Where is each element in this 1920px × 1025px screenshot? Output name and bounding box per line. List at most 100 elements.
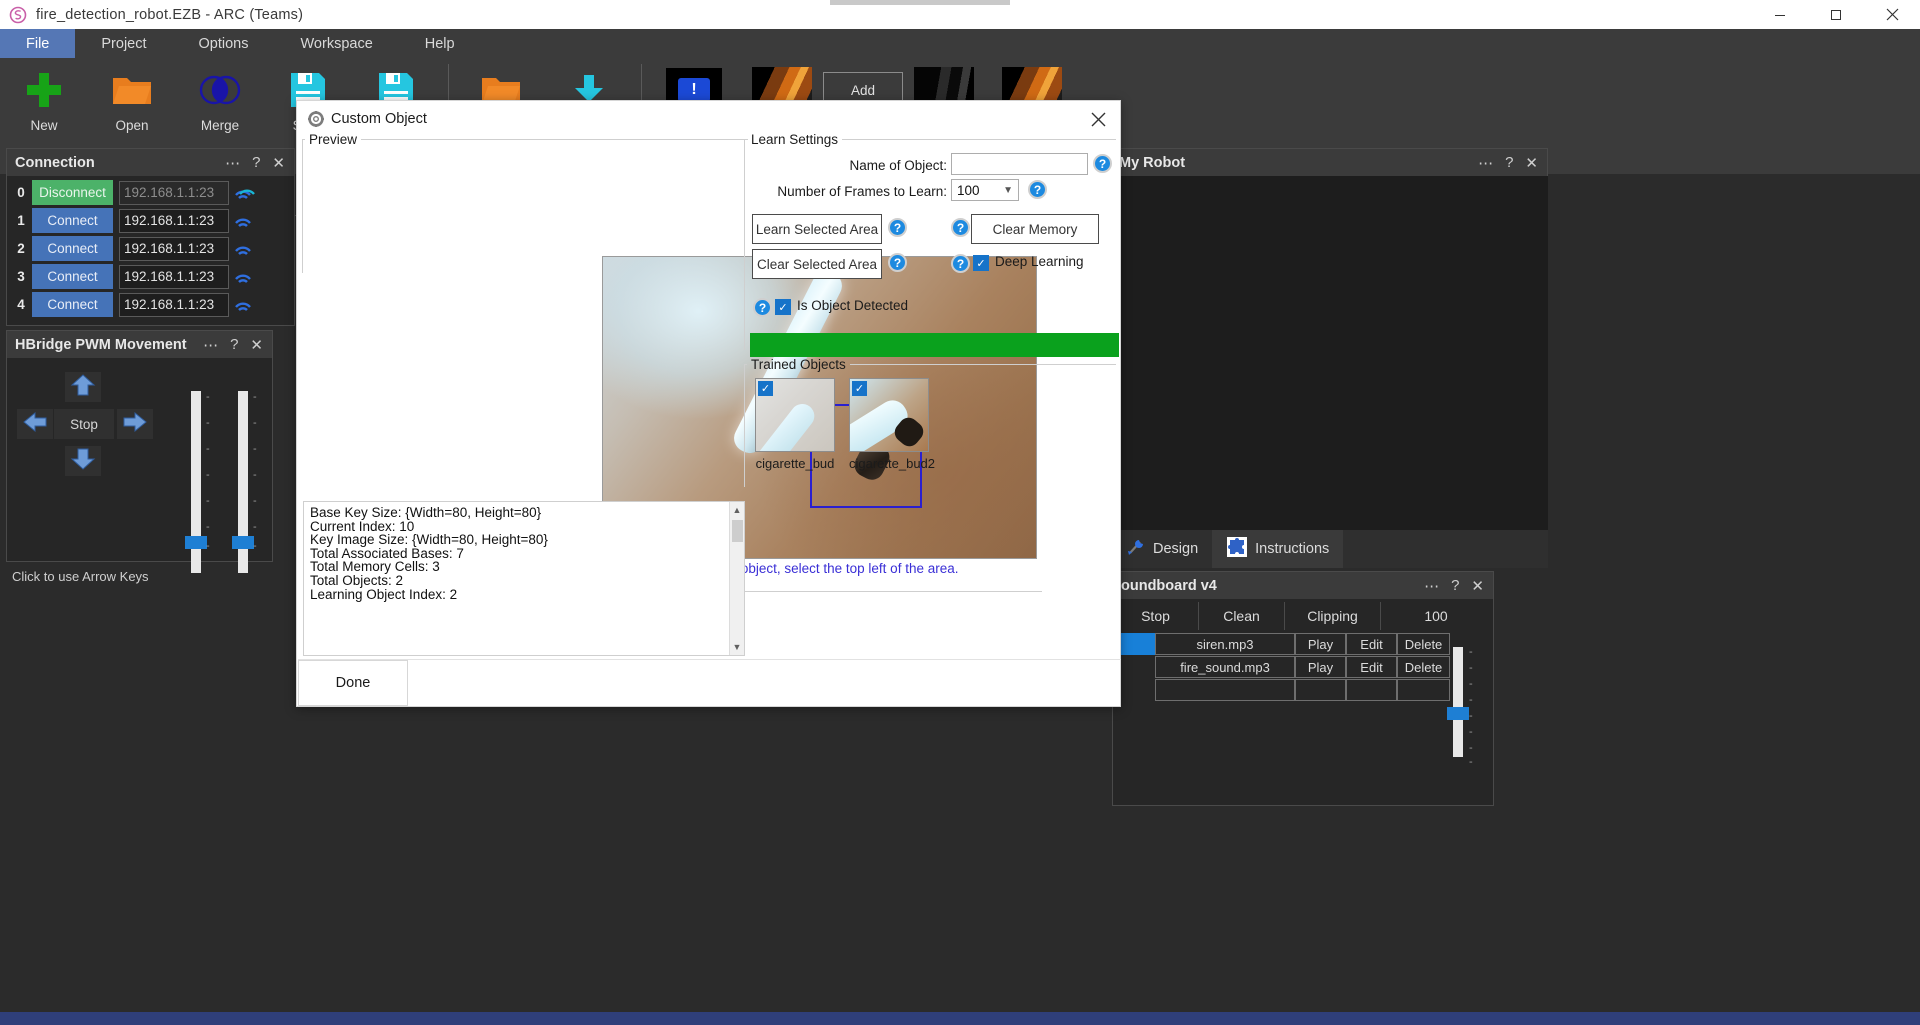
sound-name-cell[interactable]: siren.mp3 bbox=[1155, 633, 1295, 655]
connection-toggle-button-3[interactable]: Connect bbox=[32, 264, 113, 289]
trained-object-item[interactable]: ✓ cigarette_bud bbox=[755, 378, 835, 471]
play-button[interactable] bbox=[1295, 679, 1346, 701]
menu-item-project[interactable]: Project bbox=[75, 29, 172, 58]
soundboard-stop-button[interactable]: Stop bbox=[1113, 602, 1199, 630]
frames-to-learn-help-icon[interactable]: ? bbox=[1028, 180, 1047, 199]
question-icon[interactable]: ? bbox=[1505, 154, 1513, 171]
menu-item-file[interactable]: File bbox=[0, 29, 75, 58]
connection-toggle-button-0[interactable]: Disconnect bbox=[32, 180, 113, 205]
menu-item-workspace[interactable]: Workspace bbox=[275, 29, 399, 58]
name-of-object-label: Name of Object: bbox=[797, 158, 947, 173]
frames-to-learn-label: Number of Frames to Learn: bbox=[767, 184, 947, 199]
soundboard-clean-button[interactable]: Clean bbox=[1199, 602, 1285, 630]
soundboard-volume-slider-track[interactable] bbox=[1453, 647, 1463, 757]
maximize-button[interactable] bbox=[1808, 0, 1864, 29]
connection-ip-input-0[interactable]: 192.168.1.1:23 bbox=[119, 181, 229, 205]
menu-item-options[interactable]: Options bbox=[173, 29, 275, 58]
log-scrollbar[interactable]: ▲ ▼ bbox=[729, 502, 744, 655]
connection-toggle-button-1[interactable]: Connect bbox=[32, 208, 113, 233]
connection-row: 3 Connect 192.168.1.1:23 bbox=[10, 263, 294, 290]
close-icon[interactable]: ✕ bbox=[1525, 154, 1538, 172]
ellipsis-icon[interactable]: ⋯ bbox=[203, 336, 218, 354]
connection-ip-input-3[interactable]: 192.168.1.1:23 bbox=[119, 265, 229, 289]
stop-button[interactable]: Stop bbox=[54, 409, 114, 439]
question-icon[interactable]: ? bbox=[252, 154, 260, 171]
name-of-object-help-icon[interactable]: ? bbox=[1093, 154, 1112, 173]
ribbon-merge-button[interactable]: Merge bbox=[176, 58, 264, 144]
log-line: Total Associated Bases: 7 bbox=[310, 547, 548, 561]
menu-item-help[interactable]: Help bbox=[399, 29, 481, 58]
connection-ip-input-4[interactable]: 192.168.1.1:23 bbox=[119, 293, 229, 317]
play-button[interactable]: Play bbox=[1295, 633, 1346, 655]
sound-name-cell[interactable] bbox=[1155, 679, 1295, 701]
question-icon[interactable]: ? bbox=[1451, 577, 1459, 594]
close-button[interactable] bbox=[1864, 0, 1920, 29]
minimize-button[interactable] bbox=[1752, 0, 1808, 29]
is-object-detected-checkbox[interactable]: ✓ bbox=[775, 299, 791, 315]
preview-group: Preview bbox=[302, 132, 748, 273]
delete-button[interactable]: Delete bbox=[1397, 656, 1450, 678]
close-icon[interactable]: ✕ bbox=[1471, 577, 1484, 595]
clear-memory-button[interactable]: Clear Memory bbox=[971, 214, 1099, 244]
trained-object-checkbox[interactable]: ✓ bbox=[758, 381, 773, 396]
merge-circles-icon bbox=[198, 66, 242, 114]
left-motor-slider-handle[interactable] bbox=[185, 536, 207, 549]
trained-object-checkbox[interactable]: ✓ bbox=[852, 381, 867, 396]
is-object-detected-help-icon[interactable]: ? bbox=[753, 298, 772, 317]
trained-object-item[interactable]: ✓ cigarette_bud2 bbox=[849, 378, 929, 471]
ellipsis-icon[interactable]: ⋯ bbox=[225, 154, 240, 172]
move-right-button[interactable] bbox=[117, 409, 153, 439]
trained-object-thumbnail[interactable]: ✓ bbox=[849, 378, 929, 452]
right-motor-slider-handle[interactable] bbox=[232, 536, 254, 549]
main-menubar: File Project Options Workspace Help bbox=[0, 29, 1920, 58]
move-left-button[interactable] bbox=[17, 409, 53, 439]
edit-button[interactable]: Edit bbox=[1346, 656, 1397, 678]
ribbon-new-button[interactable]: New bbox=[0, 58, 88, 144]
play-button[interactable]: Play bbox=[1295, 656, 1346, 678]
question-icon[interactable]: ? bbox=[230, 336, 238, 353]
learn-selected-area-button[interactable]: Learn Selected Area bbox=[752, 214, 882, 244]
slider-tick: - bbox=[206, 443, 210, 455]
name-of-object-input[interactable] bbox=[951, 153, 1088, 175]
scroll-up-arrow-icon[interactable]: ▲ bbox=[730, 502, 744, 518]
done-button[interactable]: Done bbox=[298, 660, 408, 706]
deep-learning-help-icon[interactable]: ? bbox=[951, 254, 970, 273]
delete-button[interactable]: Delete bbox=[1397, 633, 1450, 655]
sound-name-cell[interactable]: fire_sound.mp3 bbox=[1155, 656, 1295, 678]
move-down-button[interactable] bbox=[65, 446, 101, 476]
ribbon-open-button[interactable]: Open bbox=[88, 58, 176, 144]
frames-to-learn-combobox[interactable]: 100 ▼ bbox=[951, 179, 1019, 201]
deep-learning-checkbox[interactable]: ✓ bbox=[973, 255, 989, 271]
trained-object-thumbnail[interactable]: ✓ bbox=[755, 378, 835, 452]
delete-button[interactable] bbox=[1397, 679, 1450, 701]
ellipsis-icon[interactable]: ⋯ bbox=[1424, 577, 1439, 595]
hbridge-hint-text: Click to use Arrow Keys bbox=[12, 569, 149, 584]
clear-memory-help-icon[interactable]: ? bbox=[951, 218, 970, 237]
learn-area-help-icon[interactable]: ? bbox=[888, 218, 907, 237]
clear-selected-area-button[interactable]: Clear Selected Area bbox=[752, 249, 882, 279]
slider-tick: - bbox=[253, 391, 257, 403]
close-icon[interactable]: ✕ bbox=[272, 154, 285, 172]
arrow-left-icon bbox=[22, 411, 48, 438]
tab-instructions[interactable]: Instructions bbox=[1212, 530, 1343, 568]
scroll-down-arrow-icon[interactable]: ▼ bbox=[730, 639, 744, 655]
edit-button[interactable]: Edit bbox=[1346, 633, 1397, 655]
ellipsis-icon[interactable]: ⋯ bbox=[1478, 154, 1493, 172]
my-robot-canvas[interactable] bbox=[1112, 176, 1548, 530]
table-row[interactable] bbox=[1113, 679, 1493, 701]
soundboard-volume-slider-handle[interactable] bbox=[1447, 707, 1469, 720]
connection-ip-input-2[interactable]: 192.168.1.1:23 bbox=[119, 237, 229, 261]
connection-toggle-button-2[interactable]: Connect bbox=[32, 236, 113, 261]
connection-ip-input-1[interactable]: 192.168.1.1:23 bbox=[119, 209, 229, 233]
close-icon[interactable]: ✕ bbox=[250, 336, 263, 354]
move-up-button[interactable] bbox=[65, 372, 101, 402]
slider-tick: - bbox=[253, 469, 257, 481]
tab-design[interactable]: Design bbox=[1112, 530, 1212, 568]
connection-toggle-button-4[interactable]: Connect bbox=[32, 292, 113, 317]
clear-area-help-icon[interactable]: ? bbox=[888, 253, 907, 272]
log-textbox[interactable]: Base Key Size: {Width=80, Height=80} Cur… bbox=[303, 501, 745, 656]
table-row[interactable]: siren.mp3 Play Edit Delete bbox=[1113, 633, 1493, 655]
table-row[interactable]: fire_sound.mp3 Play Edit Delete bbox=[1113, 656, 1493, 678]
edit-button[interactable] bbox=[1346, 679, 1397, 701]
scrollbar-thumb[interactable] bbox=[732, 520, 743, 542]
